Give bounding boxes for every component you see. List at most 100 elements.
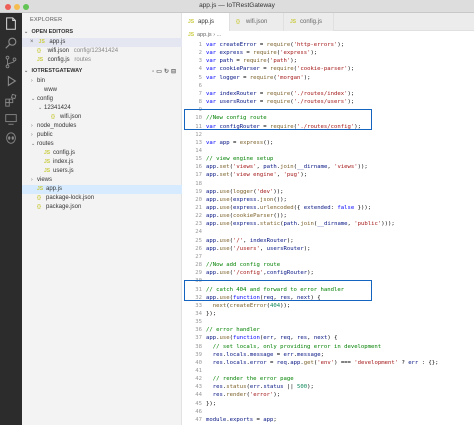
code-line[interactable]: res.render('error'); bbox=[206, 391, 280, 400]
code-line[interactable]: }); bbox=[206, 310, 216, 319]
js-file-icon: JS bbox=[188, 32, 195, 38]
code-token: express bbox=[232, 205, 257, 211]
breadcrumb-file[interactable]: app.js bbox=[197, 32, 212, 38]
open-editor-item[interactable]: {} wifi.json config/12341424 bbox=[22, 47, 182, 56]
run-debug-icon[interactable] bbox=[4, 74, 18, 88]
open-editor-item[interactable]: × JS app.js bbox=[22, 38, 182, 47]
js-file-icon: JS bbox=[37, 57, 44, 63]
tree-item[interactable]: JS config.js bbox=[22, 149, 182, 158]
code-token: , bbox=[259, 245, 267, 252]
explorer-actions[interactable]: ▫▭↻⊟ bbox=[152, 68, 178, 75]
code-token: = bbox=[256, 42, 267, 48]
code-token: status bbox=[263, 384, 284, 391]
code-token: var bbox=[206, 58, 220, 65]
code-token: ; bbox=[320, 351, 324, 358]
tree-item[interactable]: › bin bbox=[22, 77, 182, 86]
code-line[interactable]: next(createError(404)); bbox=[206, 302, 291, 311]
open-editor-name: app.js bbox=[49, 39, 66, 45]
code-token: res bbox=[297, 335, 308, 342]
code-token: )); bbox=[280, 302, 291, 309]
alien-icon[interactable] bbox=[4, 131, 18, 145]
code-line[interactable]: var app = express(); bbox=[206, 139, 273, 148]
breadcrumb[interactable]: JS app.js › ... bbox=[182, 31, 474, 40]
code-line[interactable]: app.use('/config',configRouter); bbox=[206, 269, 314, 278]
files-icon[interactable] bbox=[4, 17, 18, 31]
code-line[interactable]: module.exports = app; bbox=[206, 416, 277, 425]
tree-item[interactable]: JS users.js bbox=[22, 167, 182, 176]
code-line[interactable]: }); bbox=[206, 400, 216, 409]
code-token: // error handler bbox=[206, 327, 260, 334]
code-token: 404 bbox=[270, 302, 281, 309]
code-line[interactable]: app.use('/users', usersRouter); bbox=[206, 245, 310, 254]
code-token: 500 bbox=[297, 384, 308, 391]
remote-icon[interactable] bbox=[4, 112, 18, 126]
tab-label: config.js bbox=[300, 19, 323, 25]
explorer-header: EXPLORER bbox=[30, 17, 63, 23]
project-section[interactable]: ⌄ IOTRESTGATEWAY ▫▭↻⊟ bbox=[22, 68, 182, 77]
code-token: app bbox=[206, 188, 217, 195]
tree-item[interactable]: {} wifi.json bbox=[22, 113, 182, 122]
source-control-icon[interactable] bbox=[4, 55, 18, 69]
code-line[interactable]: res.locals.error = req.app.get('env') ==… bbox=[206, 359, 439, 368]
js-file-icon: JS bbox=[44, 168, 51, 174]
tree-item[interactable]: ⌄ config bbox=[22, 95, 182, 104]
code-token: ); bbox=[347, 99, 355, 106]
extensions-icon[interactable] bbox=[4, 93, 18, 107]
code-token: // set locals, only providing error in d… bbox=[212, 343, 382, 350]
tree-item[interactable]: www bbox=[22, 86, 182, 95]
code-token: createError bbox=[219, 42, 257, 48]
tab-label: wifi.json bbox=[246, 19, 268, 25]
refresh-icon[interactable]: ↻ bbox=[164, 69, 171, 75]
code-token: var bbox=[206, 90, 220, 97]
open-editors-section[interactable]: ⌄ OPEN EDITORS bbox=[22, 29, 182, 38]
tab-wifi-json[interactable]: {} wifi.json bbox=[230, 13, 284, 31]
tree-item-label: package.json bbox=[46, 204, 82, 210]
tab-app-js[interactable]: JS app.js bbox=[182, 13, 230, 31]
tree-item[interactable]: ⌄ 12341424 bbox=[22, 104, 182, 113]
js-file-icon: JS bbox=[44, 150, 51, 156]
new-folder-icon[interactable]: ▭ bbox=[156, 69, 164, 75]
close-icon[interactable]: × bbox=[30, 38, 37, 47]
tree-item[interactable]: {} package-lock.json bbox=[22, 194, 182, 203]
code-token: set bbox=[219, 172, 230, 179]
json-file-icon: {} bbox=[37, 204, 41, 210]
code-token: join bbox=[300, 221, 314, 228]
code-token: //Now add config route bbox=[206, 262, 281, 269]
code-token: , bbox=[290, 335, 298, 342]
code-token: ))); bbox=[381, 221, 395, 228]
tree-item-label: routes bbox=[37, 141, 54, 147]
code-editor[interactable]: 1 2 3 4 5 6 7 8 9 10 11 12 13 14 15 16 17 18 19 20 21 22 23 24 2… bbox=[182, 40, 474, 425]
code-token: var bbox=[206, 50, 220, 57]
code-line[interactable]: var logger = require('morgan'); bbox=[206, 74, 310, 83]
code-token: app bbox=[206, 245, 217, 252]
code-token: app bbox=[290, 359, 301, 366]
code-token: res bbox=[212, 384, 223, 391]
code-token: , bbox=[243, 237, 250, 244]
code-token: '/' bbox=[232, 237, 244, 244]
breadcrumb-tail[interactable]: ... bbox=[217, 32, 222, 38]
tree-item[interactable]: › node_modules bbox=[22, 122, 182, 131]
search-icon[interactable] bbox=[4, 36, 18, 50]
code-token: app bbox=[206, 205, 217, 211]
tree-item[interactable]: ⌄ routes bbox=[22, 140, 182, 149]
code-token: = bbox=[253, 416, 264, 423]
explorer-sidebar: EXPLORER ⌄ OPEN EDITORS × JS app.js {} w… bbox=[22, 13, 182, 425]
open-editor-item[interactable]: JS config.js routes bbox=[22, 56, 182, 65]
code-line[interactable]: var usersRouter = require('./routes/user… bbox=[206, 98, 354, 107]
tree-item[interactable]: › views bbox=[22, 176, 182, 185]
tree-item[interactable]: › public bbox=[22, 131, 182, 140]
code-token: }); bbox=[206, 400, 217, 407]
code-token: use bbox=[219, 335, 230, 342]
tree-item[interactable]: JS app.js bbox=[22, 185, 182, 194]
code-line[interactable]: app.set('view engine', 'pug'); bbox=[206, 171, 307, 180]
code-token: ); bbox=[286, 237, 294, 244]
code-token: 'error' bbox=[249, 392, 274, 399]
code-token: app bbox=[206, 164, 217, 171]
tab-config-js[interactable]: JS config.js bbox=[284, 13, 334, 31]
code-token: message bbox=[249, 351, 274, 358]
json-file-icon: {} bbox=[236, 19, 240, 25]
tree-item[interactable]: {} package.json bbox=[22, 203, 182, 212]
code-line[interactable]: app.use(express.static(path.join(__dirna… bbox=[206, 220, 395, 229]
collapse-all-icon[interactable]: ⊟ bbox=[171, 69, 178, 75]
tree-item[interactable]: JS index.js bbox=[22, 158, 182, 167]
